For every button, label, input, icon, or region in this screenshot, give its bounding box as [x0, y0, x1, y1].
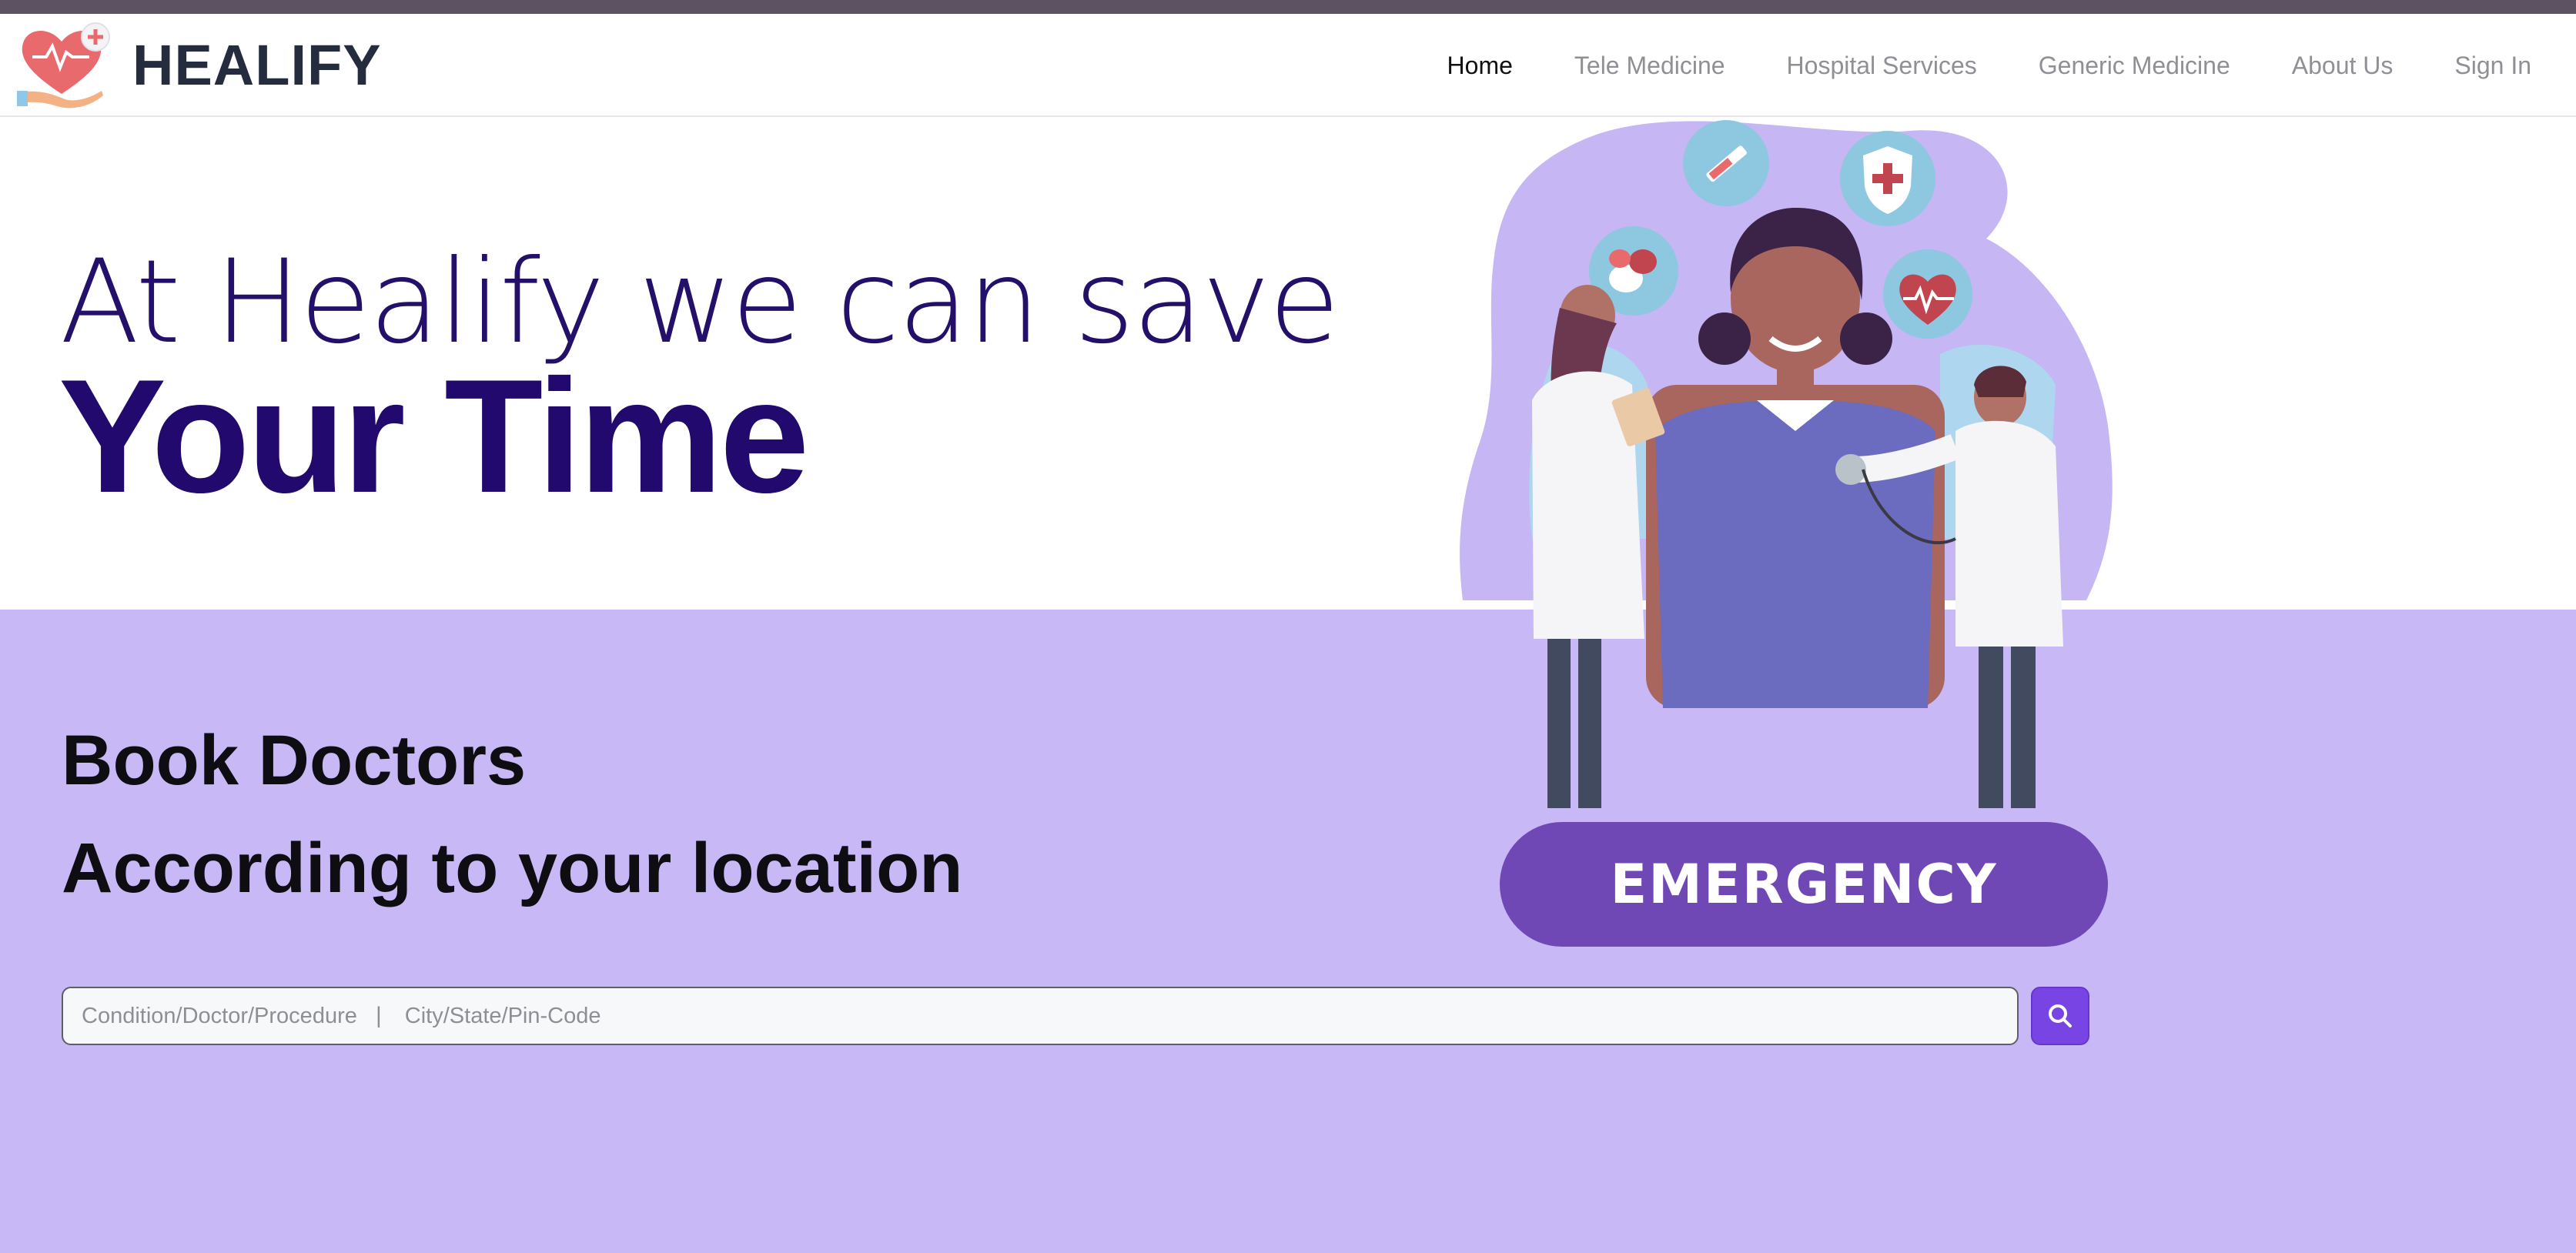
doctors-illustration — [1460, 120, 2113, 808]
navbar: HEALIFY Home Tele Medicine Hospital Serv… — [0, 14, 2576, 117]
hero-headline-emphasis: Your Time — [59, 346, 809, 526]
nav-home[interactable]: Home — [1447, 52, 1513, 80]
nav-tele-medicine[interactable]: Tele Medicine — [1574, 52, 1725, 80]
nav-generic-medicine[interactable]: Generic Medicine — [2039, 52, 2230, 80]
brand[interactable]: HEALIFY — [15, 18, 382, 111]
nav-sign-in[interactable]: Sign In — [2454, 52, 2531, 80]
location-search-input[interactable] — [404, 1003, 1868, 1029]
main-nav: Home Tele Medicine Hospital Services Gen… — [1447, 14, 2531, 117]
medical-shield-icon — [1840, 131, 1935, 226]
condition-search-input[interactable] — [82, 1003, 366, 1029]
brand-name: HEALIFY — [132, 32, 382, 97]
heartbeat-icon — [1883, 249, 1972, 339]
booking-subtitle: According to your location — [62, 829, 963, 907]
search-icon — [2049, 1004, 2072, 1027]
top-strip — [0, 0, 2576, 14]
emergency-button[interactable]: EMERGENCY — [1500, 822, 2108, 947]
search-bar: | — [62, 987, 2019, 1045]
nav-hospital-services[interactable]: Hospital Services — [1787, 52, 1977, 80]
nav-about-us[interactable]: About Us — [2292, 52, 2394, 80]
heart-in-hand-icon — [17, 22, 110, 109]
booking-title: Book Doctors — [62, 721, 527, 800]
syringe-icon — [1683, 120, 1769, 206]
emergency-label: EMERGENCY — [1610, 853, 1998, 916]
search-button[interactable] — [2031, 987, 2089, 1045]
search-separator: | — [376, 1003, 382, 1028]
